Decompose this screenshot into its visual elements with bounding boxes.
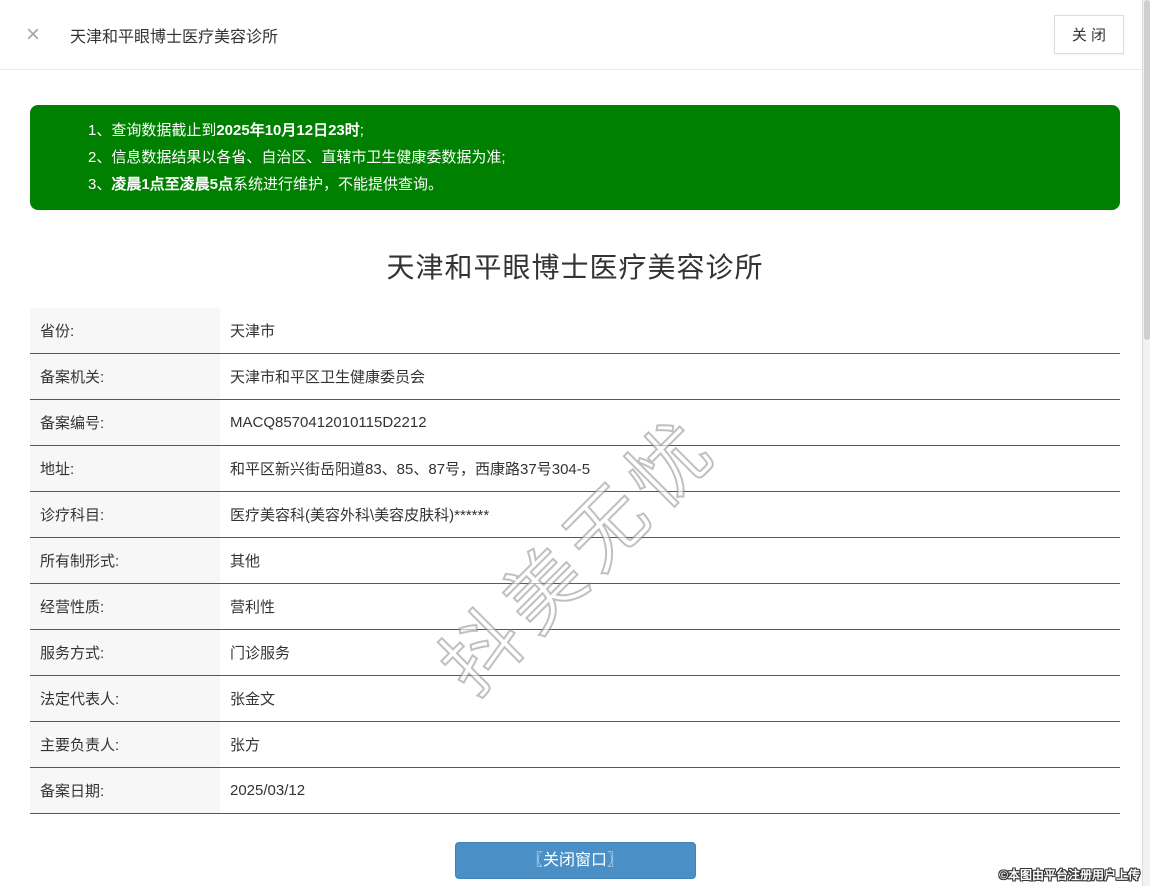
close-button[interactable]: 关 闭 bbox=[1053, 15, 1124, 54]
copyright-note: ©本图由平台注册用户上传 bbox=[999, 868, 1140, 882]
row-label: 备案编号: bbox=[30, 399, 220, 446]
scrollbar[interactable] bbox=[1142, 0, 1150, 886]
window-title: 天津和平眼博士医疗美容诊所 bbox=[70, 28, 279, 46]
table-row: 主要负责人: 张方 bbox=[30, 721, 1120, 768]
row-label: 诊疗科目: bbox=[30, 491, 220, 538]
table-row: 法定代表人: 张金文 bbox=[30, 675, 1120, 722]
table-row: 所有制形式: 其他 bbox=[30, 537, 1120, 584]
table-row: 经营性质: 营利性 bbox=[30, 583, 1120, 630]
row-value: 其他 bbox=[220, 537, 1120, 584]
info-table: 省份: 天津市 备案机关: 天津市和平区卫生健康委员会 备案编号: MACQ85704… bbox=[30, 308, 1120, 814]
table-row: 省份: 天津市 bbox=[30, 308, 1120, 354]
notice-text: 1、查询数据截止到 bbox=[88, 122, 217, 139]
row-label: 法定代表人: bbox=[30, 675, 220, 722]
row-label: 经营性质: bbox=[30, 583, 220, 630]
content-area: 1、查询数据截止到2025年10月12日23时; 2、信息数据结果以各省、自治区… bbox=[0, 105, 1150, 879]
button-row: 〖关闭窗口〗 bbox=[30, 842, 1120, 879]
table-row: 地址: 和平区新兴街岳阳道83、85、87号，西康路37号304-5 bbox=[30, 445, 1120, 492]
notice-bold-text: 凌晨1点至凌晨5点 bbox=[111, 176, 234, 193]
row-value: MACQ8570412010115D2212 bbox=[220, 399, 1120, 446]
notice-text: 系统进行维护，不能提供查询。 bbox=[233, 176, 444, 193]
scrollbar-thumb[interactable] bbox=[1144, 0, 1150, 340]
notice-text: 2、信息数据结果以各省、自治区、直辖市卫生健康委数据为准; bbox=[88, 149, 506, 166]
row-label: 主要负责人: bbox=[30, 721, 220, 768]
close-x-icon[interactable]: × bbox=[26, 22, 40, 47]
close-window-button[interactable]: 〖关闭窗口〗 bbox=[454, 842, 696, 879]
table-row: 备案日期: 2025/03/12 bbox=[30, 767, 1120, 814]
notice-text: 3、 bbox=[88, 176, 112, 193]
row-label: 省份: bbox=[30, 308, 220, 354]
row-value: 张金文 bbox=[220, 675, 1120, 722]
row-label: 备案日期: bbox=[30, 767, 220, 814]
page-title: 天津和平眼博士医疗美容诊所 bbox=[386, 252, 764, 283]
notice-bold-text: 2025年10月12日23时 bbox=[216, 122, 360, 139]
row-value: 2025/03/12 bbox=[220, 767, 1120, 814]
row-label: 地址: bbox=[30, 445, 220, 492]
notice-box: 1、查询数据截止到2025年10月12日23时; 2、信息数据结果以各省、自治区… bbox=[30, 105, 1120, 210]
table-row: 备案机关: 天津市和平区卫生健康委员会 bbox=[30, 353, 1120, 400]
row-label: 备案机关: bbox=[30, 353, 220, 400]
table-row: 备案编号: MACQ8570412010115D2212 bbox=[30, 399, 1120, 446]
notice-line: 1、查询数据截止到2025年10月12日23时; bbox=[88, 117, 1100, 144]
row-value: 营利性 bbox=[220, 583, 1120, 630]
row-value: 天津市和平区卫生健康委员会 bbox=[220, 353, 1120, 400]
row-label: 服务方式: bbox=[30, 629, 220, 676]
notice-line: 3、凌晨1点至凌晨5点系统进行维护，不能提供查询。 bbox=[88, 171, 1100, 198]
table-row: 服务方式: 门诊服务 bbox=[30, 629, 1120, 676]
row-value: 医疗美容科(美容外科\美容皮肤科)****** bbox=[220, 491, 1120, 538]
top-bar: × 天津和平眼博士医疗美容诊所 关 闭 bbox=[0, 0, 1150, 70]
notice-line: 2、信息数据结果以各省、自治区、直辖市卫生健康委数据为准; bbox=[88, 144, 1100, 171]
table-row: 诊疗科目: 医疗美容科(美容外科\美容皮肤科)****** bbox=[30, 491, 1120, 538]
row-value: 和平区新兴街岳阳道83、85、87号，西康路37号304-5 bbox=[220, 445, 1120, 492]
row-value: 张方 bbox=[220, 721, 1120, 768]
notice-text: ; bbox=[359, 122, 364, 139]
row-label: 所有制形式: bbox=[30, 537, 220, 584]
row-value: 天津市 bbox=[220, 308, 1120, 354]
row-value: 门诊服务 bbox=[220, 629, 1120, 676]
